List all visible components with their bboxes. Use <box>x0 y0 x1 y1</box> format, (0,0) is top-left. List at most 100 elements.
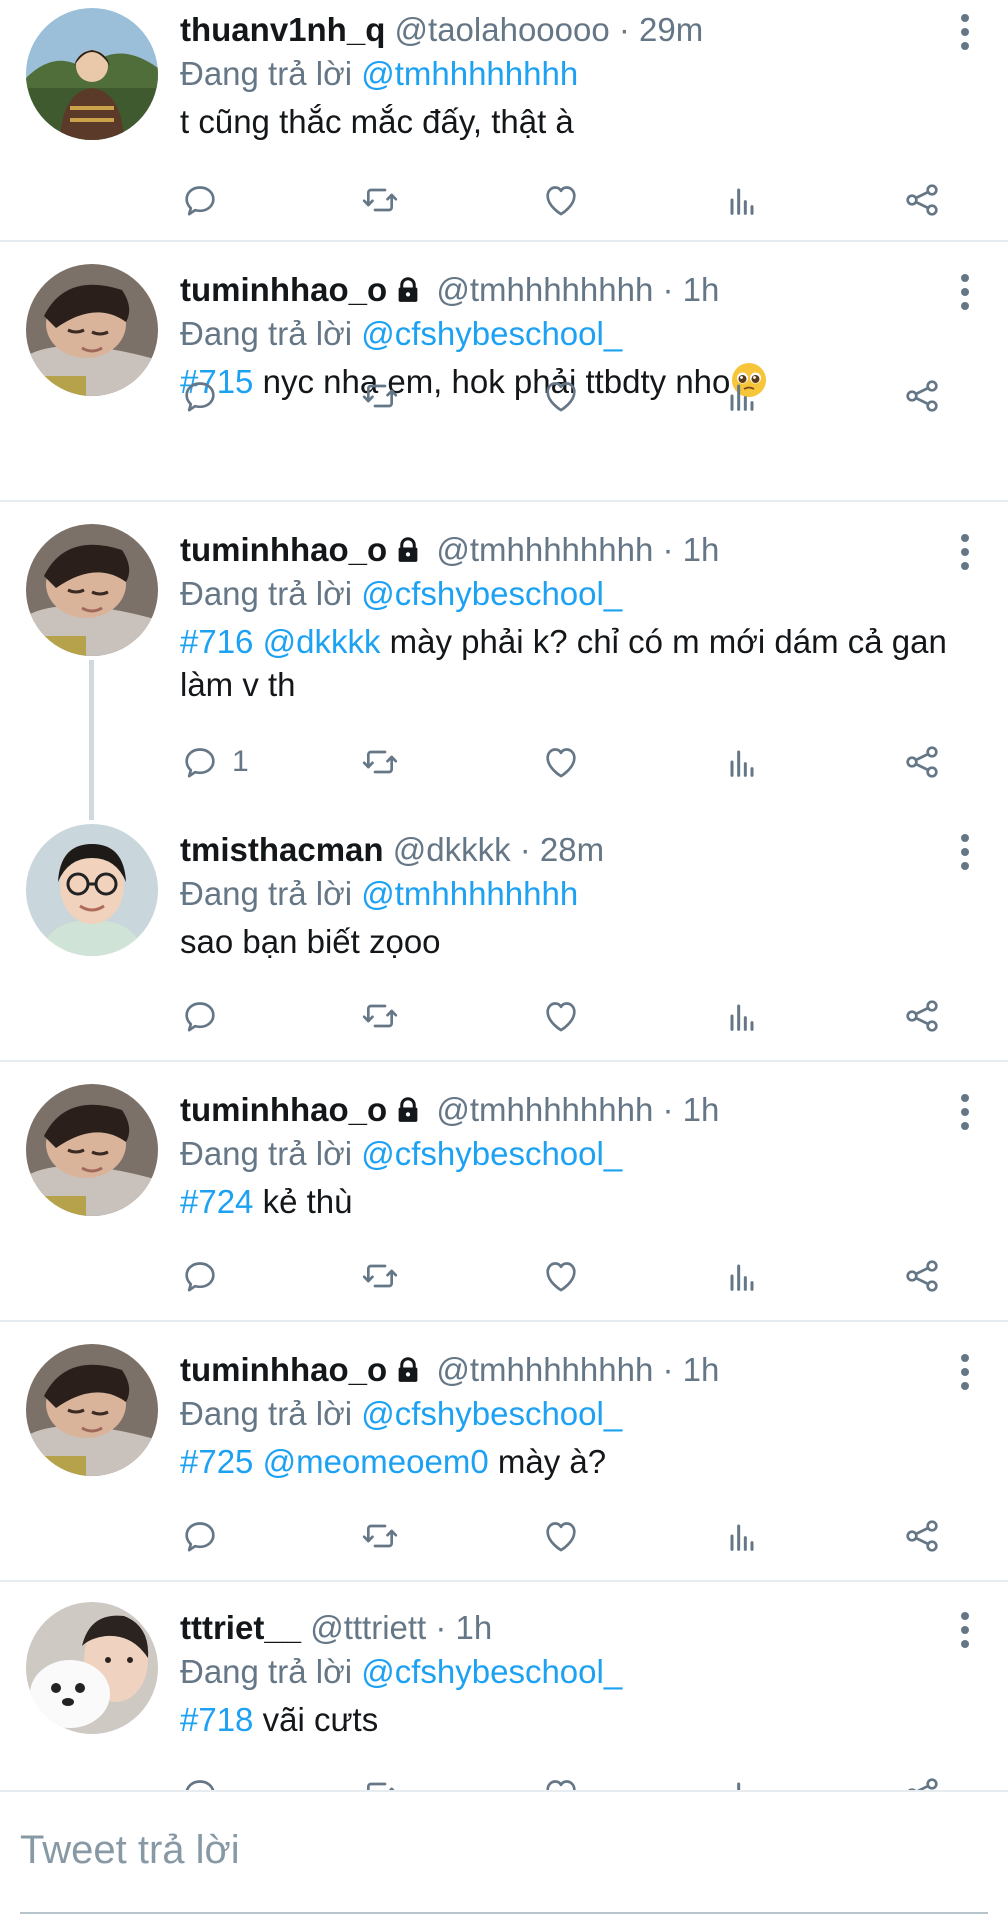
share-button[interactable] <box>902 738 942 786</box>
share-button[interactable] <box>902 1512 942 1560</box>
avatar[interactable] <box>26 264 158 396</box>
share-icon <box>902 1516 942 1556</box>
display-name[interactable]: tmisthacman <box>180 831 384 868</box>
display-name[interactable]: tuminhhao_o <box>180 271 387 308</box>
share-button[interactable] <box>902 372 942 420</box>
share-button[interactable] <box>902 1252 942 1300</box>
reply-button[interactable] <box>180 1770 232 1790</box>
user-handle[interactable]: @taolahooooo <box>395 11 610 48</box>
retweet-button[interactable] <box>360 992 400 1040</box>
more-vertical-icon[interactable] <box>958 1612 972 1652</box>
more-vertical-icon[interactable] <box>958 834 972 874</box>
mention-link[interactable]: @cfshybeschool_ <box>361 315 622 352</box>
like-button[interactable] <box>541 1770 581 1790</box>
avatar[interactable] <box>26 824 158 956</box>
mention-link[interactable]: @cfshybeschool_ <box>361 575 622 612</box>
timestamp[interactable]: 1h <box>683 531 720 568</box>
analytics-button[interactable] <box>722 176 762 224</box>
share-button[interactable] <box>902 176 942 224</box>
like-button[interactable] <box>541 738 581 786</box>
replying-to-label: Đang trả lời <box>180 575 362 612</box>
hashtag-link[interactable]: #724 <box>180 1183 253 1220</box>
analytics-button[interactable] <box>722 1512 762 1560</box>
like-button[interactable] <box>541 992 581 1040</box>
timestamp[interactable]: 1h <box>683 1091 720 1128</box>
user-handle[interactable]: @tmhhhhhhhh <box>436 1351 653 1388</box>
more-vertical-icon[interactable] <box>958 1094 972 1134</box>
tweet-header: tttriet__ @tttriett · 1h <box>180 1606 928 1650</box>
user-handle[interactable]: @dkkkk <box>393 831 511 868</box>
reply-button[interactable] <box>180 1252 232 1300</box>
more-vertical-icon[interactable] <box>958 534 972 574</box>
retweet-button[interactable] <box>360 1252 400 1300</box>
mention-link[interactable]: @cfshybeschool_ <box>361 1395 622 1432</box>
reply-input[interactable] <box>20 1822 980 1878</box>
user-handle[interactable]: @tmhhhhhhhh <box>436 1091 653 1128</box>
tweet-item[interactable]: tuminhhao_o @tmhhhhhhhh · 1h Đang trả lờ… <box>0 1340 1008 1582</box>
reply-button[interactable] <box>180 372 232 420</box>
mention-link[interactable]: @tmhhhhhhhh <box>361 55 578 92</box>
display-name[interactable]: tttriet__ <box>180 1609 301 1646</box>
retweet-button[interactable] <box>360 1512 400 1560</box>
analytics-button[interactable] <box>722 738 762 786</box>
more-vertical-icon[interactable] <box>958 14 972 54</box>
reply-button[interactable] <box>180 992 232 1040</box>
timestamp[interactable]: 1h <box>683 271 720 308</box>
avatar[interactable] <box>26 1602 158 1734</box>
analytics-button[interactable] <box>722 372 762 420</box>
replies-feed[interactable]: thuanv1nh_q @taolahooooo · 29m Đang trả … <box>0 0 1008 1790</box>
display-name[interactable]: thuanv1nh_q <box>180 11 385 48</box>
retweet-button[interactable] <box>360 738 400 786</box>
avatar[interactable] <box>26 1344 158 1476</box>
tweet-text: sao bạn biết zọoo <box>180 920 960 963</box>
reply-button[interactable]: 1 <box>180 738 249 786</box>
reply-button[interactable] <box>180 1512 232 1560</box>
like-button[interactable] <box>541 176 581 224</box>
timestamp[interactable]: 28m <box>540 831 604 868</box>
share-button[interactable] <box>902 992 942 1040</box>
retweet-button[interactable] <box>360 176 400 224</box>
like-button[interactable] <box>541 1252 581 1300</box>
replying-to: Đang trả lời @cfshybeschool_ <box>180 312 622 356</box>
display-name[interactable]: tuminhhao_o <box>180 531 387 568</box>
retweet-icon <box>360 376 400 416</box>
reply-button[interactable] <box>180 176 232 224</box>
analytics-button[interactable] <box>722 992 762 1040</box>
user-handle[interactable]: @tmhhhhhhhh <box>436 271 653 308</box>
timestamp[interactable]: 29m <box>639 11 703 48</box>
mention-link[interactable]: @tmhhhhhhhh <box>361 875 578 912</box>
timestamp[interactable]: 1h <box>456 1609 493 1646</box>
analytics-button[interactable] <box>722 1770 762 1790</box>
separator-dot: · <box>609 11 640 48</box>
mention-link[interactable]: @cfshybeschool_ <box>361 1135 622 1172</box>
retweet-button[interactable] <box>360 372 400 420</box>
share-button[interactable] <box>902 1770 942 1790</box>
like-button[interactable] <box>541 372 581 420</box>
tweet-actions <box>180 1252 960 1300</box>
timestamp[interactable]: 1h <box>683 1351 720 1388</box>
hashtag-link[interactable]: #725 <box>180 1443 253 1480</box>
like-button[interactable] <box>541 1512 581 1560</box>
more-vertical-icon[interactable] <box>958 1354 972 1394</box>
display-name[interactable]: tuminhhao_o <box>180 1351 387 1388</box>
tweet-item[interactable]: thuanv1nh_q @taolahooooo · 29m Đang trả … <box>0 0 1008 242</box>
tweet-item[interactable]: tuminhhao_o @tmhhhhhhhh · 1h Đang trả lờ… <box>0 520 1008 820</box>
hashtag-link[interactable]: #718 <box>180 1701 253 1738</box>
retweet-button[interactable] <box>360 1770 400 1790</box>
tweet-item[interactable]: tttriet__ @tttriett · 1h Đang trả lời @c… <box>0 1598 1008 1790</box>
tweet-item[interactable]: tmisthacman @dkkkk · 28m Đang trả lời @t… <box>0 820 1008 1062</box>
avatar[interactable] <box>26 8 158 140</box>
mention-link[interactable]: @cfshybeschool_ <box>361 1653 622 1690</box>
more-vertical-icon[interactable] <box>958 274 972 314</box>
analytics-button[interactable] <box>722 1252 762 1300</box>
avatar[interactable] <box>26 524 158 656</box>
user-handle[interactable]: @tttriett <box>310 1609 426 1646</box>
tweet-item[interactable]: tuminhhao_o @tmhhhhhhhh · 1h Đang trả lờ… <box>0 260 1008 502</box>
hashtag-link[interactable]: #716 <box>180 623 253 660</box>
avatar[interactable] <box>26 1084 158 1216</box>
display-name[interactable]: tuminhhao_o <box>180 1091 387 1128</box>
tweet-item[interactable]: tuminhhao_o @tmhhhhhhhh · 1h Đang trả lờ… <box>0 1080 1008 1322</box>
mention-link[interactable]: @meomeoem0 <box>253 1443 489 1480</box>
mention-link[interactable]: @dkkkk <box>253 623 381 660</box>
user-handle[interactable]: @tmhhhhhhhh <box>436 531 653 568</box>
